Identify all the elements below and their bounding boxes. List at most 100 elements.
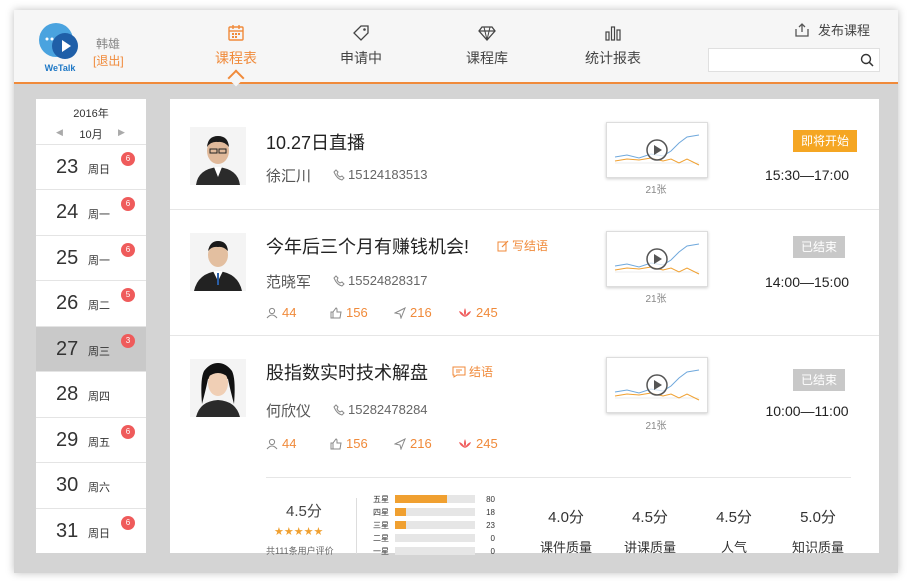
rating-bar-value: 0 (490, 533, 495, 543)
day-number: 26 (56, 292, 79, 314)
calendar-day[interactable]: 26 周二 5 (36, 280, 146, 325)
rating-bar-label: 五星 (373, 494, 389, 504)
teacher-phone: 15282478284 (333, 402, 428, 417)
search-input[interactable] (709, 49, 861, 69)
tab-library-label: 课程库 (466, 50, 508, 66)
calendar-day[interactable]: 29 周五 6 (36, 417, 146, 462)
shares-count: 216 (410, 436, 432, 451)
day-weekday: 周日 (88, 528, 110, 540)
likes-stat[interactable]: 156 (330, 305, 394, 320)
lotus-icon (459, 307, 471, 317)
course-card[interactable]: 今年后三个月有赚钱机会! 写结语 范晓军 15524828317 44 156 (170, 209, 879, 336)
calendar-day[interactable]: 23 周日 6 (36, 144, 146, 189)
calendar-month: 10月 (79, 129, 103, 141)
upload-icon (795, 22, 809, 37)
shares-stat[interactable]: 216 (394, 436, 458, 451)
search-icon[interactable] (859, 52, 875, 68)
rating-bar-label: 三星 (373, 520, 389, 530)
shares-stat[interactable]: 216 (394, 305, 458, 320)
tag-icon (353, 25, 369, 41)
calendar-day[interactable]: 31 周日 6 (36, 508, 146, 553)
day-weekday: 周一 (88, 209, 110, 221)
tab-schedule-label: 课程表 (215, 50, 257, 66)
phone-number: 15524828317 (348, 273, 428, 288)
students-count: 44 (282, 436, 297, 451)
slides-count: 21张 (645, 185, 667, 196)
gifts-stat[interactable]: 245 (458, 436, 522, 451)
phone-number: 15282478284 (348, 402, 428, 417)
teacher-avatar (190, 127, 246, 185)
slides-thumbnail[interactable] (606, 122, 708, 178)
publish-course-button[interactable]: 发布课程 (794, 20, 870, 39)
rating-panel: 4.5分 ★★★★★ 共111条用户评价 五星 80 四星 18 三星 23 二… (266, 477, 853, 556)
next-month-icon[interactable]: ▶ (118, 127, 125, 138)
metric-courseware: 4.0分 课件质量 (531, 506, 601, 556)
day-weekday: 周三 (88, 346, 110, 358)
status-badge: 即将开始 (793, 130, 858, 152)
prev-month-icon[interactable]: ◀ (56, 127, 63, 138)
course-title[interactable]: 股指数实时技术解盘 (266, 359, 428, 385)
gifts-count: 245 (476, 305, 498, 320)
tab-reports-label: 统计报表 (585, 50, 641, 66)
summary-button[interactable]: 结语 (452, 363, 493, 380)
rating-bar-row: 二星 0 (373, 532, 495, 544)
students-count: 44 (282, 305, 297, 320)
teacher-phone: 15524828317 (333, 273, 428, 288)
metric-value: 4.0分 (548, 509, 584, 526)
user-icon (266, 438, 278, 449)
day-number: 25 (56, 247, 79, 269)
rating-bar-value: 0 (490, 546, 495, 556)
calendar-day[interactable]: 25 周一 6 (36, 235, 146, 280)
teacher-phone: 15124183513 (333, 167, 428, 182)
metric-label: 人气 (720, 540, 747, 555)
tab-library[interactable]: 课程库 (442, 24, 532, 74)
phone-icon (333, 168, 345, 181)
tab-schedule[interactable]: 课程表 (191, 24, 281, 74)
course-card[interactable]: 10.27日直播 徐汇川 15124183513 21张 即将开始 15:30—… (170, 99, 879, 210)
rating-bar-value: 23 (486, 520, 495, 530)
edit-icon (497, 240, 509, 251)
search-box (708, 48, 880, 72)
user-icon (266, 307, 278, 318)
students-stat[interactable]: 44 (266, 305, 330, 320)
calendar-day[interactable]: 30 周六 (36, 462, 146, 507)
write-summary-button[interactable]: 写结语 (497, 237, 548, 254)
day-count-badge: 5 (121, 288, 135, 302)
likes-stat[interactable]: 156 (330, 436, 394, 451)
tab-applying[interactable]: 申请中 (316, 24, 406, 74)
logout-link[interactable]: [退出] (93, 52, 124, 69)
logo-text: WeTalk (44, 63, 76, 73)
rating-bar-label: 一星 (373, 546, 389, 556)
metric-label: 课件质量 (539, 540, 592, 555)
course-time: 10:00—11:00 (765, 403, 849, 419)
rating-bar-fill (395, 521, 407, 529)
metric-label: 知识质量 (791, 540, 844, 555)
tab-reports[interactable]: 统计报表 (568, 24, 658, 74)
metric-label: 讲课质量 (623, 540, 676, 555)
day-weekday: 周四 (88, 391, 110, 403)
calendar-day[interactable]: 28 周四 (36, 371, 146, 416)
slides-thumbnail[interactable] (606, 357, 708, 413)
rating-bar-row: 四星 18 (373, 506, 495, 518)
calendar-day-selected[interactable]: 27 周三 3 (36, 326, 146, 371)
rating-divider (356, 498, 357, 554)
course-title[interactable]: 今年后三个月有赚钱机会! (266, 233, 469, 259)
status-badge: 已结束 (793, 369, 846, 391)
students-stat[interactable]: 44 (266, 436, 330, 451)
day-number: 28 (56, 383, 79, 405)
slides-thumbnail[interactable] (606, 231, 708, 287)
rating-bar-value: 80 (486, 494, 495, 504)
calendar-icon (228, 25, 244, 41)
calendar-day[interactable]: 24 周一 6 (36, 189, 146, 234)
course-title[interactable]: 10.27日直播 (266, 129, 365, 155)
top-header: WeTalk 韩雄 [退出] 课程表 申请中 课程库 统计报表 发布课程 (14, 10, 898, 84)
gifts-stat[interactable]: 245 (458, 305, 522, 320)
day-number: 31 (56, 520, 79, 542)
calendar-year: 2016年 (73, 108, 109, 120)
teacher-avatar (190, 233, 246, 291)
day-number: 24 (56, 201, 79, 223)
metric-knowledge: 5.0分 知识质量 (783, 506, 853, 556)
phone-icon (333, 274, 345, 287)
rating-bar-label: 四星 (373, 507, 389, 517)
day-count-badge: 3 (121, 334, 135, 348)
